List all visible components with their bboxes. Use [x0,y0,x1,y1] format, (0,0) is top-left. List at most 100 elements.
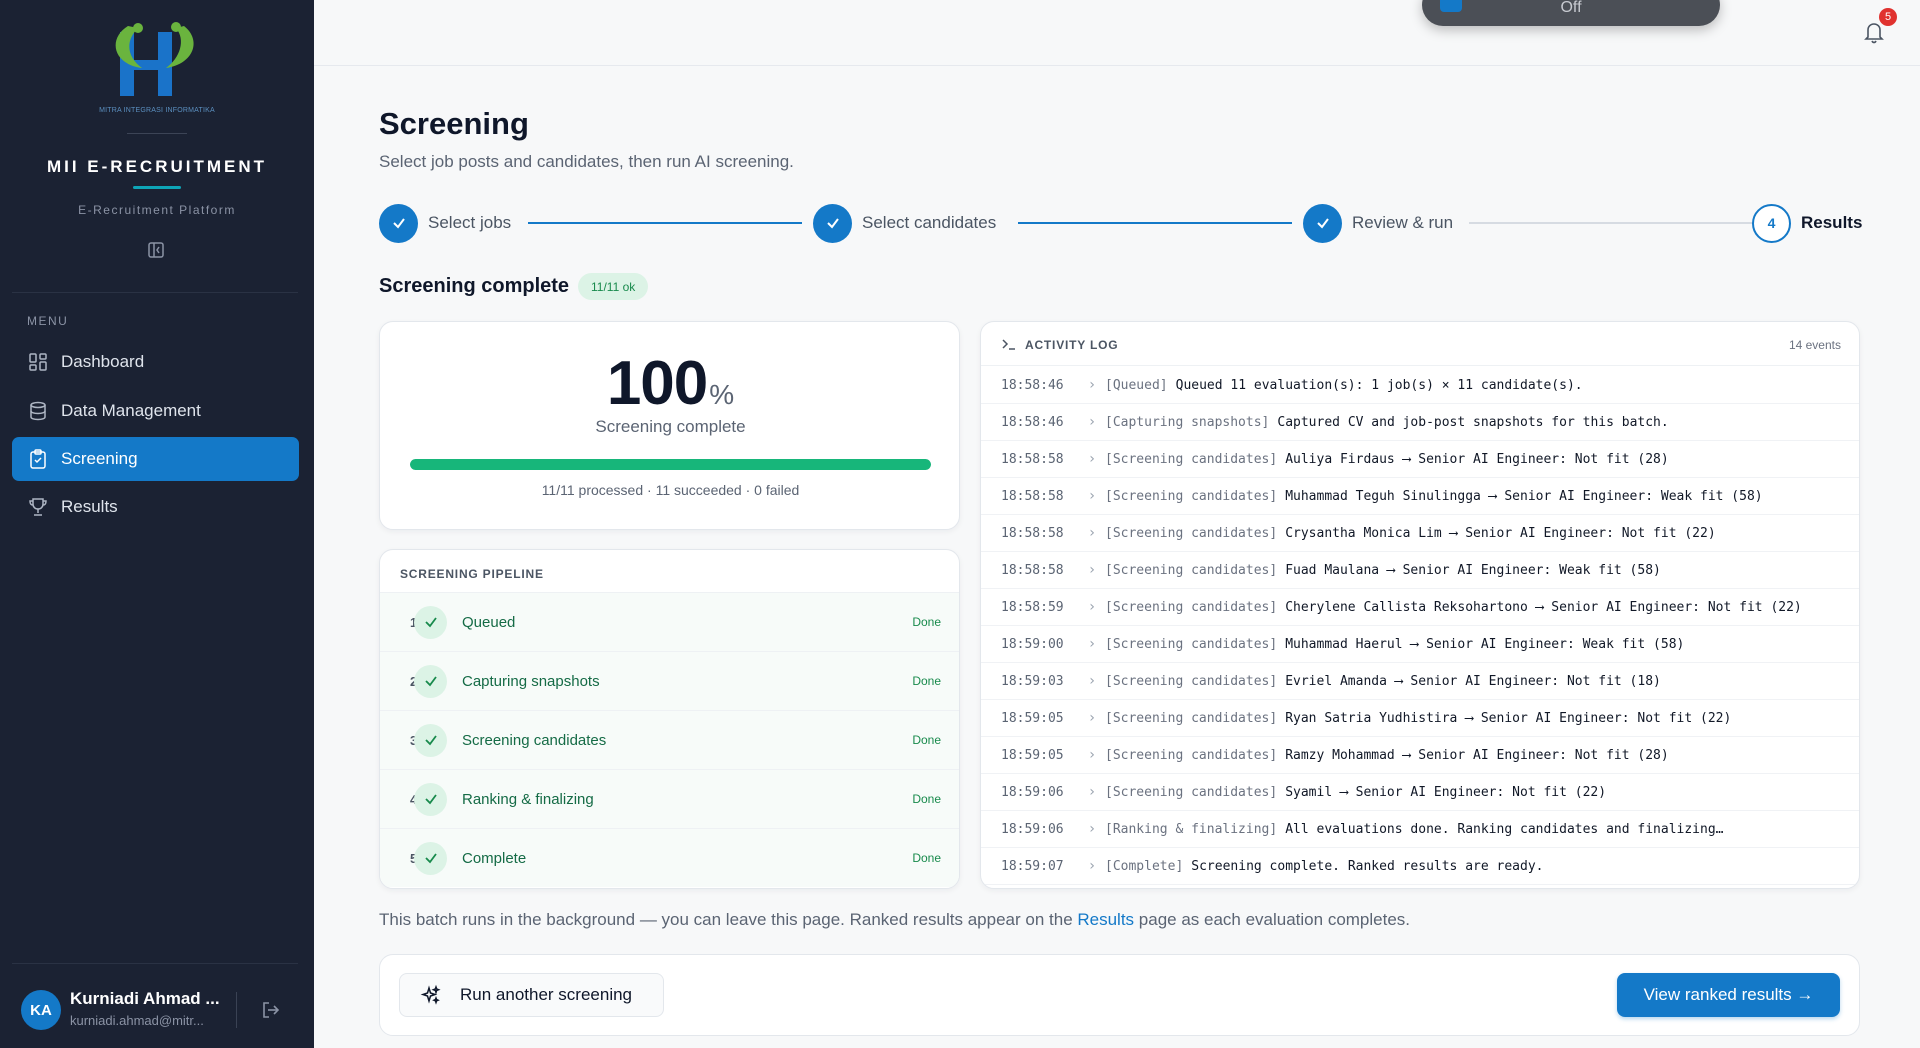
sidebar-item-label: Data Management [61,401,201,420]
sidebar-item-data-management[interactable]: Data Management [12,389,299,433]
sidebar-item-results[interactable]: Results [12,485,299,529]
log-message: Cherylene Callista Reksohartono ⟶ Senior… [1285,599,1802,615]
log-message: Evriel Amanda ⟶ Senior AI Engineer: Not … [1285,673,1661,689]
log-message: Auliya Firdaus ⟶ Senior AI Engineer: Not… [1285,451,1669,467]
check-icon [1303,203,1342,243]
activity-log-header: ACTIVITY LOG 14 events [981,322,1859,366]
log-stage: [Screening candidates] [1105,747,1278,763]
log-entry: 18:58:58 › [Screening candidates] Fuad Maul… [981,552,1859,589]
run-another-screening-button[interactable]: Run another screening [399,973,664,1017]
log-entry: 18:58:58 › [Screening candidates] Auliya Fi… [981,441,1859,478]
log-stage: [Screening candidates] [1105,562,1278,578]
check-icon [414,664,447,698]
status-title: Screening complete [379,275,570,297]
stage-name: Queued [462,613,516,631]
log-message: Syamil ⟶ Senior AI Engineer: Not fit (22… [1285,784,1607,800]
sidebar-item-dashboard[interactable]: Dashboard [12,340,299,384]
stage-status: Done [912,733,941,747]
collapse-sidebar-icon[interactable] [146,240,166,260]
log-time: 18:59:06 [1001,784,1064,800]
chevron-right-icon: › [1087,636,1097,652]
sidebar-item-screening[interactable]: Screening [12,437,299,481]
step-select-jobs[interactable]: Select jobs [379,203,511,243]
sidebar: MITRA INTEGRASI INFORMATIKA MII E-RECRUI… [0,0,314,1048]
activity-log-title: ACTIVITY LOG [1025,338,1119,352]
note-text: page as each evaluation completes. [1134,910,1411,929]
log-entry: 18:59:06 › [Screening candidates] Syamil ⟶ … [981,774,1859,811]
pipeline-stage: 5 Complete Done [380,828,959,887]
chevron-right-icon: › [1087,525,1097,541]
chevron-right-icon: › [1087,377,1097,393]
log-time: 18:58:58 [1001,525,1064,541]
chevron-right-icon: › [1087,858,1097,874]
chevron-right-icon: › [1087,747,1097,763]
notification-badge: 5 [1879,8,1897,26]
brand-underline [133,186,181,189]
log-stage: [Queued] [1105,377,1168,393]
log-entry: 18:58:46 › [Capturing snapshots] Captured C… [981,404,1859,441]
check-icon [414,605,447,639]
log-entry: 18:58:58 › [Screening candidates] Muhammad … [981,478,1859,515]
log-stage: [Screening candidates] [1105,451,1278,467]
toggle-label: Off [1560,0,1582,16]
progress-card: 100% Screening complete 11/11 processed … [379,321,960,530]
progress-stats: 11/11 processed · 11 succeeded · 0 faile… [541,482,800,498]
chevron-right-icon: › [1087,710,1097,726]
log-entry: 18:58:58 › [Screening candidates] Crysantha… [981,515,1859,552]
step-number: 4 [1752,203,1791,243]
step-results[interactable]: 4 Results [1752,203,1862,243]
log-stage: [Ranking & finalizing] [1105,821,1278,837]
log-time: 18:59:07 [1001,858,1064,874]
results-link[interactable]: Results [1077,910,1134,929]
log-stage: [Screening candidates] [1105,673,1278,689]
divider [127,133,187,134]
log-time: 18:59:03 [1001,673,1064,689]
step-label: Results [1801,213,1863,232]
log-stage: [Screening candidates] [1105,636,1278,652]
terminal-icon [1001,337,1017,351]
activity-log-card[interactable]: ACTIVITY LOG 14 events 18:58:46 › [Queued]… [980,321,1860,889]
view-ranked-results-button[interactable]: View ranked results → [1617,973,1840,1017]
divider [236,992,237,1028]
page-subtitle: Select job posts and candidates, then ru… [379,152,794,171]
chevron-right-icon: › [1087,673,1097,689]
log-message: Crysantha Monica Lim ⟶ Senior AI Enginee… [1285,525,1716,541]
log-time: 18:58:46 [1001,377,1064,393]
check-icon [813,203,852,243]
pipeline-stage: 1 Queued Done [380,592,959,651]
log-message: Ryan Satria Yudhistira ⟶ Senior AI Engin… [1285,710,1732,726]
log-stage: [Screening candidates] [1105,710,1278,726]
stage-name: Screening candidates [462,731,607,749]
check-icon [379,203,418,243]
log-time: 18:58:46 [1001,414,1064,430]
stage-status: Done [912,674,941,688]
divider [12,963,298,964]
progress-value: 100 [606,349,708,418]
log-entry: 18:58:59 › [Screening candidates] Cherylene… [981,589,1859,626]
stage-status: Done [912,851,941,865]
user-name: Kurniadi Ahmad ... [70,989,220,1008]
action-bar: Run another screening View ranked result… [379,954,1860,1036]
note-text: This batch runs in the background — you … [379,910,1078,929]
step-review-run[interactable]: Review & run [1303,203,1453,243]
stage-name: Complete [462,849,527,867]
log-entry: 18:59:05 › [Screening candidates] Ryan Satr… [981,700,1859,737]
toggle-overlay[interactable]: Off [1422,0,1720,26]
chevron-right-icon: › [1087,414,1097,430]
log-entry: 18:59:06 › [Ranking & finalizing] All evalu… [981,811,1859,848]
step-select-candidates[interactable]: Select candidates [813,203,996,243]
pipeline-stage: 4 Ranking & finalizing Done [380,769,959,828]
progress-label: Screening complete [595,417,746,436]
chevron-right-icon: › [1087,562,1097,578]
avatar[interactable]: KA [21,990,61,1030]
sparkles-icon [420,984,442,1006]
brand-tagline: E-Recruitment Platform [78,203,236,217]
step-connector [1018,222,1292,224]
chevron-right-icon: › [1087,784,1097,800]
dashboard-icon [27,351,49,373]
pipeline-card: SCREENING PIPELINE 1 Queued Done 2 Captu… [379,549,960,889]
background-note: This batch runs in the background — you … [379,910,1410,930]
check-icon [414,723,447,757]
page-title: Screening [379,106,529,141]
logout-icon[interactable] [259,998,283,1022]
